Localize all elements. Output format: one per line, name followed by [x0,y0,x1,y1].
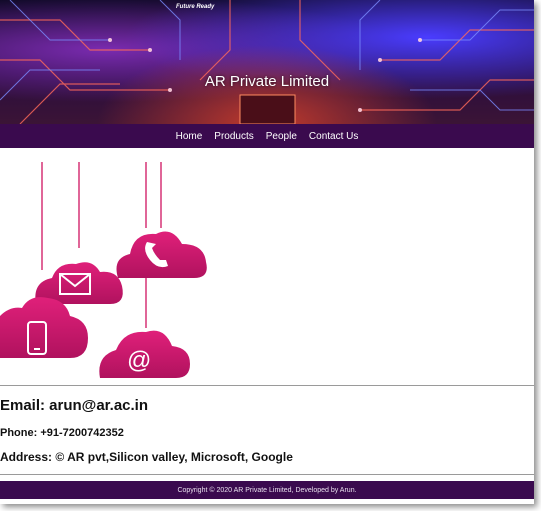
mail-cloud-icon [35,262,123,304]
nav-home[interactable]: Home [176,131,203,142]
contact-email: Email: arun@ar.ac.in [0,397,149,414]
circuit-board-image [0,0,534,124]
browser-viewport: Future Ready AR Private Limited Home Pro… [0,0,534,504]
hero-tagline: Future Ready [176,4,215,10]
contact-address: Address: © AR pvt,Silicon valley, Micros… [0,450,293,464]
mobile-cloud-icon [0,297,88,358]
page-footer: Copyright © 2020 AR Private Limited, Dev… [0,481,534,499]
nav-contact-us[interactable]: Contact Us [309,131,358,142]
main-navbar: Home Products People Contact Us [0,124,534,148]
nav-products[interactable]: Products [214,131,253,142]
contact-phone: Phone: +91-7200742352 [0,427,124,439]
divider-bottom [0,474,534,475]
nav-people[interactable]: People [266,131,297,142]
phone-cloud-icon [116,231,207,278]
header-banner: Future Ready AR Private Limited [0,0,534,124]
site-title: AR Private Limited [204,73,330,90]
at-cloud-icon: @ [99,330,190,378]
footer-copyright: Copyright © 2020 AR Private Limited, Dev… [177,486,357,494]
contact-clouds-illustration: @ [0,162,207,378]
svg-text:@: @ [127,347,151,374]
divider-top [0,385,534,386]
